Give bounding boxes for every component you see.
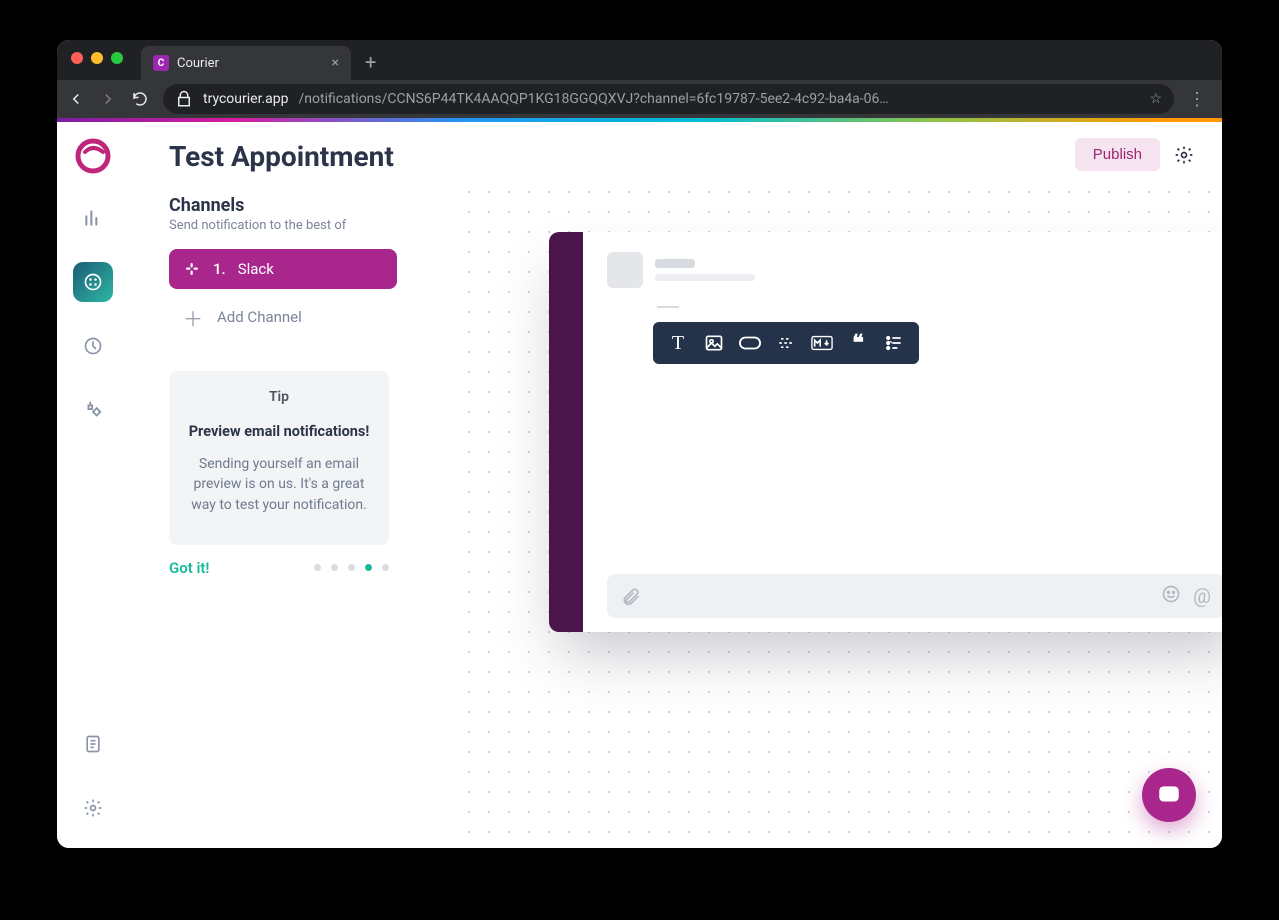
channel-name: Slack [238, 260, 274, 278]
app-root: Test Appointment Rem Publish Channels Se… [57, 122, 1222, 848]
slack-preview-card: T [549, 232, 1222, 632]
tip-pager [314, 564, 389, 571]
page-settings-icon[interactable] [1174, 145, 1194, 165]
browser-window: C Courier × + trycourier.app/notificatio… [57, 40, 1222, 848]
reload-button[interactable] [131, 90, 149, 108]
nav-designer-icon[interactable] [73, 262, 113, 302]
bookmark-star-icon[interactable]: ☆ [1149, 91, 1162, 107]
tip-got-it-button[interactable]: Got it! [169, 559, 209, 577]
channel-item-slack[interactable]: 1. Slack [169, 249, 397, 289]
nav-settings-icon[interactable] [73, 788, 113, 828]
url-path: /notifications/CCNS6P44TK4AAQQP1KG18GGQQ… [299, 91, 889, 107]
add-channel-button[interactable]: ＋ Add Channel [169, 297, 397, 337]
nav-analytics-icon[interactable] [73, 198, 113, 238]
maximize-window-button[interactable] [111, 52, 123, 64]
header-actions: Publish [1075, 138, 1194, 171]
nav-logs-icon[interactable] [73, 724, 113, 764]
slack-message-body: T [583, 232, 1222, 632]
insert-list-icon[interactable] [883, 332, 905, 354]
editor-canvas[interactable]: T [459, 182, 1222, 848]
attachment-icon[interactable] [621, 586, 641, 606]
pager-dot[interactable] [348, 564, 355, 571]
browser-titlebar: C Courier × + [57, 40, 1222, 80]
browser-tab[interactable]: C Courier × [141, 46, 351, 80]
plus-icon: ＋ [183, 303, 203, 332]
divider-line [657, 306, 679, 308]
nav-forward-button[interactable] [99, 90, 117, 108]
nav-history-icon[interactable] [73, 326, 113, 366]
add-channel-label: Add Channel [217, 308, 302, 326]
address-bar[interactable]: trycourier.app/notifications/CCNS6P44TK4… [163, 84, 1174, 114]
lock-icon [175, 90, 193, 108]
channel-index: 1. [213, 260, 226, 278]
slack-icon [183, 260, 201, 278]
close-window-button[interactable] [71, 52, 83, 64]
nav-rail [57, 122, 129, 848]
insert-quote-icon[interactable]: ❝ [847, 332, 869, 354]
tab-favicon: C [153, 55, 169, 71]
insert-button-icon[interactable] [739, 332, 761, 354]
tip-card: Tip Preview email notifications! Sending… [169, 371, 389, 545]
text-placeholder [655, 274, 755, 281]
pager-dot[interactable] [331, 564, 338, 571]
chat-launcher-button[interactable] [1142, 768, 1196, 822]
page-title: Test Appointment Rem [169, 140, 399, 173]
name-placeholder [655, 259, 695, 268]
pager-dot[interactable] [314, 564, 321, 571]
tip-footer: Got it! [169, 559, 389, 577]
tip-label: Tip [187, 389, 371, 405]
pager-dot[interactable] [382, 564, 389, 571]
message-header [607, 252, 1222, 288]
publish-button[interactable]: Publish [1075, 138, 1160, 171]
tab-title: Courier [177, 56, 219, 71]
tip-title: Preview email notifications! [187, 423, 371, 440]
main-content: Test Appointment Rem Publish Channels Se… [129, 122, 1222, 848]
insert-text-icon[interactable]: T [667, 332, 689, 354]
nav-integrations-icon[interactable] [73, 390, 113, 430]
block-insert-toolbar: T [653, 322, 919, 364]
insert-image-icon[interactable] [703, 332, 725, 354]
url-host: trycourier.app [203, 91, 289, 107]
slack-brand-stripe [549, 232, 583, 632]
browser-toolbar: trycourier.app/notifications/CCNS6P44TK4… [57, 80, 1222, 118]
tip-body: Sending yourself an email preview is on … [187, 454, 371, 515]
emoji-icon[interactable] [1161, 584, 1181, 608]
minimize-window-button[interactable] [91, 52, 103, 64]
mention-icon[interactable]: @ [1193, 584, 1211, 608]
window-controls [57, 40, 137, 76]
courier-logo[interactable] [75, 138, 111, 174]
new-tab-button[interactable]: + [351, 50, 390, 80]
avatar-placeholder [607, 252, 643, 288]
browser-menu-button[interactable]: ⋮ [1188, 89, 1212, 110]
pager-dot-active[interactable] [365, 564, 372, 571]
insert-markdown-icon[interactable] [811, 332, 833, 354]
tab-close-icon[interactable]: × [332, 55, 339, 71]
compose-bar[interactable]: @ [607, 574, 1222, 618]
nav-back-button[interactable] [67, 90, 85, 108]
insert-divider-icon[interactable] [775, 332, 797, 354]
